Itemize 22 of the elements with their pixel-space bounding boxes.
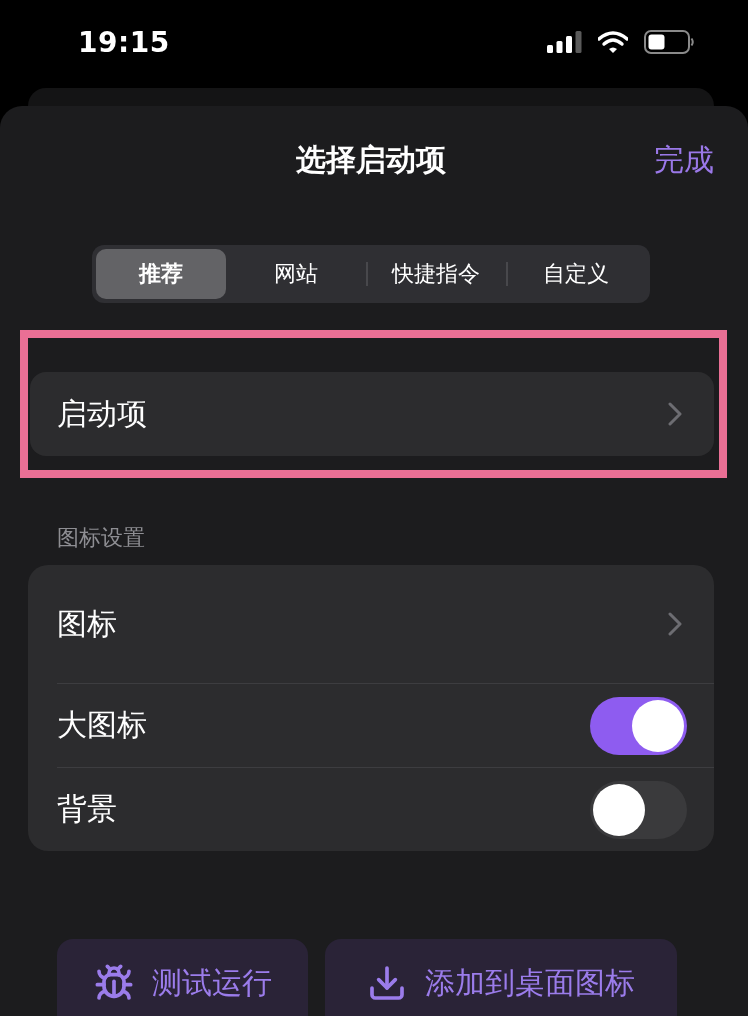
action-button[interactable]: 测试运行 (57, 939, 308, 1016)
launch-item-row[interactable]: 启动项 (30, 372, 714, 456)
segment-tab[interactable]: 网站 (226, 249, 366, 299)
chevron-right-icon (668, 402, 682, 426)
status-time: 19:15 (78, 25, 170, 59)
chevron-right-icon (668, 612, 682, 636)
segment-tab[interactable]: 推荐 (96, 249, 226, 299)
download-icon (367, 963, 407, 1003)
toggle-switch[interactable] (590, 696, 687, 755)
battery-icon (644, 30, 694, 54)
section-header: 图标设置 (57, 524, 146, 552)
action-button[interactable]: 添加到桌面图标 (325, 939, 677, 1016)
signal-icon (547, 31, 582, 53)
setting-label: 背景 (57, 790, 117, 828)
setting-label: 大图标 (57, 706, 147, 744)
settings-row[interactable]: 图标 (57, 565, 714, 683)
wifi-icon (598, 31, 628, 53)
bug-icon (93, 963, 134, 1003)
sheet-title: 选择启动项 (296, 140, 446, 179)
segment-tab[interactable]: 自定义 (506, 249, 646, 299)
done-button[interactable]: 完成 (654, 139, 714, 181)
segment-tab[interactable]: 快捷指令 (366, 249, 506, 299)
